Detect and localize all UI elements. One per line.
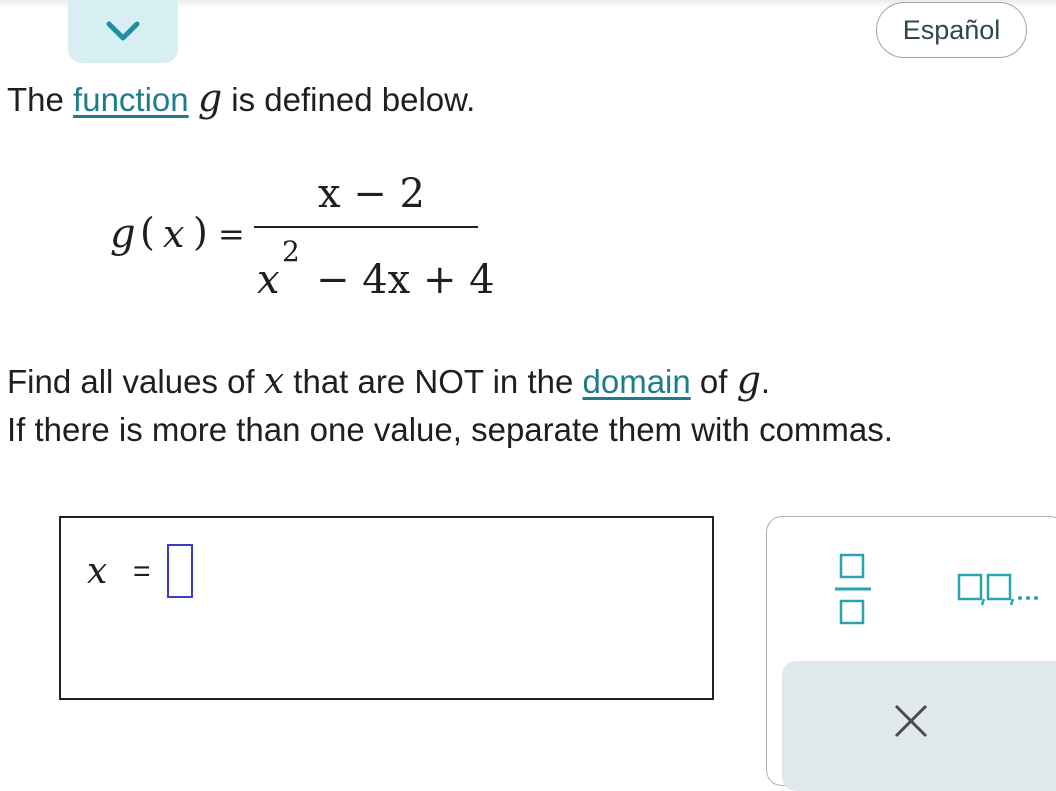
- fraction-key[interactable]: [827, 549, 881, 629]
- answer-variable: x: [87, 551, 108, 592]
- function-link[interactable]: function: [73, 81, 189, 118]
- formula-denominator-x: x: [257, 257, 280, 303]
- answer-equals: =: [133, 555, 151, 588]
- question-line-2: If there is more than one value, separat…: [7, 411, 893, 448]
- language-toggle-button[interactable]: Español: [876, 2, 1027, 58]
- collapse-button[interactable]: [68, 0, 178, 63]
- question-var: x: [263, 361, 285, 402]
- answer-input[interactable]: [167, 544, 193, 598]
- function-name: g: [197, 76, 223, 120]
- answer-box: x =: [59, 516, 714, 700]
- fraction-template-icon: [835, 553, 871, 625]
- formula-exponent: 2: [282, 235, 300, 268]
- formula-equals: =: [218, 215, 245, 253]
- formula-denominator-rest: − 4x + 4: [316, 257, 495, 303]
- chevron-down-icon: [106, 21, 140, 40]
- question-fn: g: [736, 358, 761, 402]
- close-icon: [894, 704, 928, 738]
- function-formula: g ( x ) = x − 2 x 2 − 4x + 4: [110, 171, 495, 303]
- fraction-bar: [254, 226, 478, 228]
- question-line-1: Find all values of x that are NOT in the…: [7, 358, 771, 402]
- formula-fn: g: [110, 211, 136, 257]
- comma-list-template-icon: [957, 573, 1038, 606]
- clear-button[interactable]: [782, 661, 1056, 791]
- intro-text: The function g is defined below.: [7, 76, 476, 120]
- math-keypad: [766, 516, 1056, 791]
- formula-arg: x: [163, 212, 185, 256]
- domain-link[interactable]: domain: [583, 363, 691, 400]
- comma-list-key[interactable]: [957, 565, 1056, 609]
- formula-numerator: x − 2: [318, 171, 425, 217]
